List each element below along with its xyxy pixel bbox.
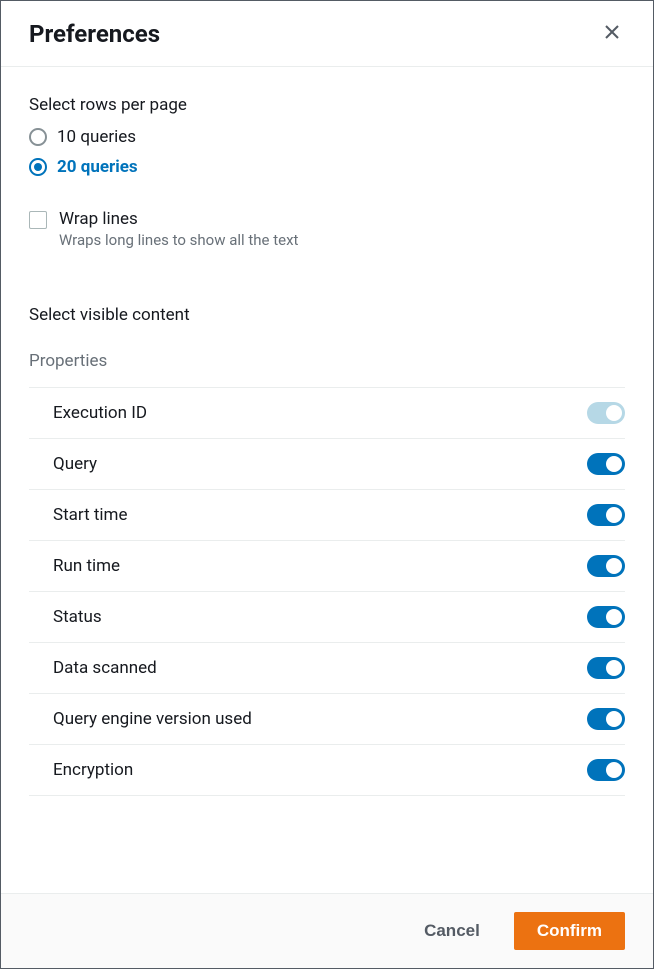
- toggle-query[interactable]: [587, 453, 625, 475]
- cancel-button[interactable]: Cancel: [402, 912, 502, 950]
- toggle-run-time[interactable]: [587, 555, 625, 577]
- modal-footer: Cancel Confirm: [1, 893, 653, 968]
- close-icon: [603, 23, 621, 44]
- modal-header: Preferences: [1, 1, 653, 67]
- property-row-query-engine-version: Query engine version used: [29, 694, 625, 745]
- visible-content-label: Select visible content: [29, 305, 625, 325]
- property-label: Run time: [53, 556, 120, 576]
- checkbox-icon: [29, 211, 47, 229]
- property-row-execution-id: Execution ID: [29, 388, 625, 439]
- wrap-lines-texts: Wrap lines Wraps long lines to show all …: [59, 209, 298, 249]
- modal-body: Select rows per page 10 queries 20 queri…: [1, 67, 653, 893]
- property-row-data-scanned: Data scanned: [29, 643, 625, 694]
- property-row-run-time: Run time: [29, 541, 625, 592]
- rows-per-page-label: Select rows per page: [29, 95, 625, 115]
- property-row-query: Query: [29, 439, 625, 490]
- toggle-encryption[interactable]: [587, 759, 625, 781]
- wrap-lines-option[interactable]: Wrap lines Wraps long lines to show all …: [29, 209, 625, 249]
- property-label: Data scanned: [53, 658, 157, 678]
- property-row-status: Status: [29, 592, 625, 643]
- property-label: Encryption: [53, 760, 133, 780]
- radio-option-20-queries[interactable]: 20 queries: [29, 157, 625, 177]
- wrap-lines-label: Wrap lines: [59, 209, 298, 229]
- toggle-execution-id[interactable]: [587, 402, 625, 424]
- properties-heading: Properties: [29, 351, 625, 388]
- property-row-encryption: Encryption: [29, 745, 625, 796]
- confirm-button[interactable]: Confirm: [514, 912, 625, 950]
- radio-option-10-queries[interactable]: 10 queries: [29, 127, 625, 147]
- property-label: Start time: [53, 505, 127, 525]
- radio-icon: [29, 158, 47, 176]
- wrap-lines-description: Wraps long lines to show all the text: [59, 231, 298, 249]
- close-button[interactable]: [599, 19, 625, 48]
- modal-title: Preferences: [29, 20, 160, 48]
- toggle-status[interactable]: [587, 606, 625, 628]
- toggle-data-scanned[interactable]: [587, 657, 625, 679]
- property-row-start-time: Start time: [29, 490, 625, 541]
- visible-content-section: Select visible content Properties Execut…: [29, 305, 625, 796]
- property-label: Execution ID: [53, 403, 147, 423]
- radio-label: 10 queries: [57, 127, 136, 147]
- radio-icon: [29, 128, 47, 146]
- toggle-start-time[interactable]: [587, 504, 625, 526]
- property-label: Query: [53, 454, 97, 474]
- property-label: Status: [53, 607, 102, 627]
- property-label: Query engine version used: [53, 709, 252, 729]
- preferences-modal: Preferences Select rows per page 10 quer…: [0, 0, 654, 969]
- radio-label: 20 queries: [57, 157, 138, 177]
- toggle-query-engine-version[interactable]: [587, 708, 625, 730]
